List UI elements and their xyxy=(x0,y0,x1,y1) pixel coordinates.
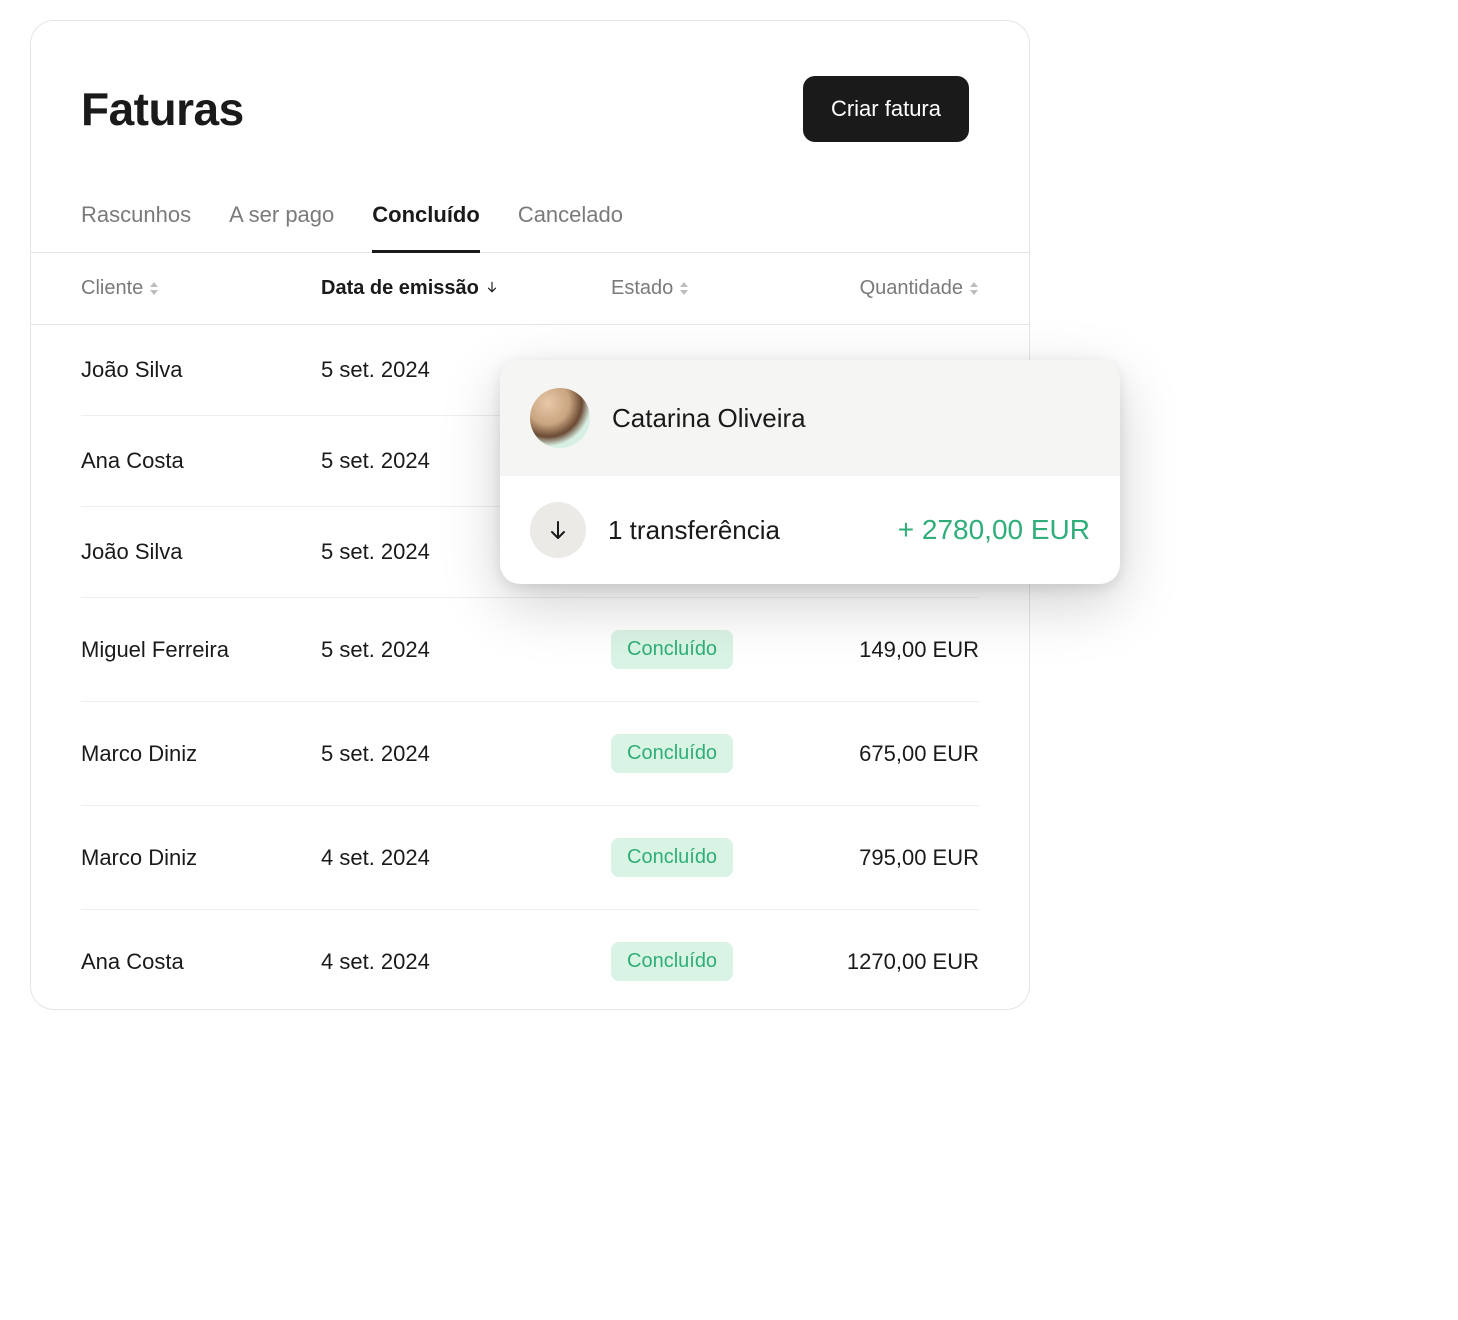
cell-date: 5 set. 2024 xyxy=(321,741,611,767)
status-badge: Concluído xyxy=(611,942,733,981)
cell-amount: 675,00 EUR xyxy=(811,741,979,767)
client-detail-popover: Catarina Oliveira 1 transferência + 2780… xyxy=(500,360,1120,584)
cell-client: João Silva xyxy=(81,357,321,383)
page-title: Faturas xyxy=(81,82,244,136)
table-row[interactable]: Ana Costa 4 set. 2024 Concluído 1270,00 … xyxy=(81,910,979,1010)
table-header: Cliente Data de emissão Estado xyxy=(31,253,1029,325)
incoming-arrow-icon xyxy=(530,502,586,558)
cell-status: Concluído xyxy=(611,630,811,669)
column-header-amount-label: Quantidade xyxy=(860,277,963,300)
cell-client: Marco Diniz xyxy=(81,845,321,871)
column-header-date-label: Data de emissão xyxy=(321,277,479,300)
cell-client: Miguel Ferreira xyxy=(81,637,321,663)
column-header-amount[interactable]: Quantidade xyxy=(860,277,979,300)
cell-amount: 1270,00 EUR xyxy=(811,949,979,975)
avatar xyxy=(530,388,590,448)
popover-header[interactable]: Catarina Oliveira xyxy=(500,360,1120,476)
cell-amount: 149,00 EUR xyxy=(811,637,979,663)
tab-cancelled[interactable]: Cancelado xyxy=(518,202,623,253)
status-badge: Concluído xyxy=(611,734,733,773)
cell-date: 5 set. 2024 xyxy=(321,637,611,663)
page-header: Faturas Criar fatura xyxy=(31,21,1029,182)
table-row[interactable]: Miguel Ferreira 5 set. 2024 Concluído 14… xyxy=(81,598,979,702)
popover-body[interactable]: 1 transferência + 2780,00 EUR xyxy=(500,476,1120,584)
cell-status: Concluído xyxy=(611,942,811,981)
status-badge: Concluído xyxy=(611,838,733,877)
column-header-status-label: Estado xyxy=(611,277,673,300)
column-header-client[interactable]: Cliente xyxy=(81,277,159,300)
table-row[interactable]: Marco Diniz 5 set. 2024 Concluído 675,00… xyxy=(81,702,979,806)
cell-status: Concluído xyxy=(611,838,811,877)
tab-completed[interactable]: Concluído xyxy=(372,202,480,253)
table-row[interactable]: Marco Diniz 4 set. 2024 Concluído 795,00… xyxy=(81,806,979,910)
cell-client: João Silva xyxy=(81,539,321,565)
popover-client-name: Catarina Oliveira xyxy=(612,403,806,434)
cell-date: 4 set. 2024 xyxy=(321,949,611,975)
cell-date: 4 set. 2024 xyxy=(321,845,611,871)
tab-to-pay[interactable]: A ser pago xyxy=(229,202,334,253)
cell-status: Concluído xyxy=(611,734,811,773)
column-header-date[interactable]: Data de emissão xyxy=(321,277,499,300)
transfer-count-label: 1 transferência xyxy=(608,515,876,546)
cell-client: Marco Diniz xyxy=(81,741,321,767)
tab-drafts[interactable]: Rascunhos xyxy=(81,202,191,253)
cell-client: Ana Costa xyxy=(81,949,321,975)
column-header-status[interactable]: Estado xyxy=(611,277,689,300)
sort-icon xyxy=(149,282,159,295)
cell-amount: 795,00 EUR xyxy=(811,845,979,871)
column-header-client-label: Cliente xyxy=(81,277,143,300)
tabs-bar: Rascunhos A ser pago Concluído Cancelado xyxy=(31,182,1029,253)
arrow-down-icon xyxy=(485,277,499,300)
sort-icon xyxy=(679,282,689,295)
create-invoice-button[interactable]: Criar fatura xyxy=(803,76,969,142)
transfer-amount: + 2780,00 EUR xyxy=(898,514,1090,546)
status-badge: Concluído xyxy=(611,630,733,669)
cell-client: Ana Costa xyxy=(81,448,321,474)
sort-icon xyxy=(969,282,979,295)
